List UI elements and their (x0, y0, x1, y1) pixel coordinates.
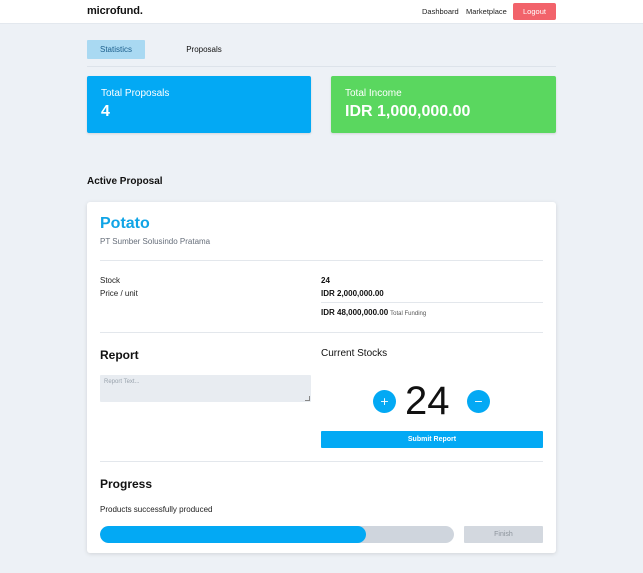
progress-bar-fill (100, 526, 366, 543)
top-navbar: microfund. Dashboard Marketplace Logout (0, 0, 643, 24)
nav-link-dashboard[interactable]: Dashboard (422, 7, 459, 16)
divider (100, 260, 543, 261)
divider (321, 302, 543, 303)
divider (100, 332, 543, 333)
finish-button[interactable]: Finish (464, 526, 543, 543)
total-funding-value: IDR 48,000,000.00 (321, 308, 389, 317)
plus-icon: + (379, 395, 390, 408)
total-funding-label: Total Funding (390, 311, 427, 317)
brand-logo[interactable]: microfund. (87, 5, 143, 17)
minus-icon: − (473, 395, 484, 408)
tab-statistics[interactable]: Statistics (87, 40, 145, 59)
report-heading: Report (100, 348, 139, 362)
total-income-value: IDR 1,000,000.00 (345, 103, 471, 120)
divider (100, 461, 543, 462)
nav-link-marketplace[interactable]: Marketplace (466, 7, 507, 16)
price-value: IDR 2,000,000.00 (321, 289, 384, 298)
product-name: Potato (100, 215, 150, 232)
total-funding: IDR 48,000,000.00 Total Funding (321, 308, 426, 317)
total-proposals-card: Total Proposals 4 (87, 76, 311, 133)
submit-report-button[interactable]: Submit Report (321, 431, 543, 448)
tabs-divider (87, 66, 556, 67)
total-income-label: Total Income (345, 88, 402, 99)
brand-name: microfund (87, 5, 140, 17)
logout-button[interactable]: Logout (513, 3, 556, 20)
company-name: PT Sumber Solusindo Pratama (100, 237, 211, 246)
progress-bar (100, 526, 454, 543)
tab-proposals[interactable]: Proposals (175, 40, 233, 59)
active-proposal-heading: Active Proposal (87, 176, 163, 187)
active-proposal-card: Potato PT Sumber Solusindo Pratama Stock… (87, 202, 556, 553)
resize-handle-icon[interactable] (305, 396, 310, 401)
stock-value: 24 (321, 276, 330, 285)
current-stock-count: 24 (405, 379, 450, 423)
progress-caption: Products successfully produced (100, 505, 213, 514)
total-income-card: Total Income IDR 1,000,000.00 (331, 76, 556, 133)
stock-label: Stock (100, 276, 121, 285)
increment-stock-button[interactable]: + (373, 390, 396, 413)
decrement-stock-button[interactable]: − (467, 390, 490, 413)
brand-dot: . (139, 5, 143, 17)
current-stocks-heading: Current Stocks (321, 348, 388, 359)
total-proposals-label: Total Proposals (101, 88, 170, 99)
total-proposals-value: 4 (101, 103, 110, 120)
report-text-input[interactable] (100, 375, 311, 402)
price-label: Price / unit (100, 289, 138, 298)
progress-heading: Progress (100, 477, 153, 491)
